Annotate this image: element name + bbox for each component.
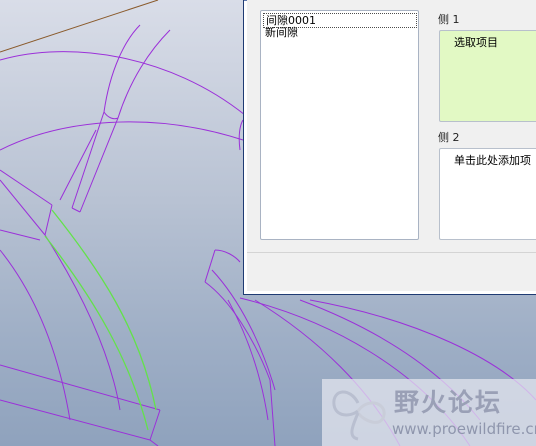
watermark-title: 野火论坛 [394,388,503,417]
model-edge [0,249,71,421]
model-edge [0,229,41,241]
model-edge [149,409,161,441]
dialog-footer [247,252,536,291]
list-item-new-interference[interactable]: 新间隙 [263,26,300,39]
side1-collector[interactable]: 选取项目 [439,30,536,122]
model-edge [0,399,151,441]
model-edge [204,281,271,381]
model-edge [149,439,159,446]
model-edge [71,207,81,213]
model-edge [103,111,119,120]
model-edge [79,117,119,213]
interference-dialog: 间隙0001 新间隙 侧 1 选取项目 侧 2 单击此处添加项 [243,0,536,295]
side1-text: 选取项目 [454,36,498,49]
side1-label: 侧 1 [438,13,460,26]
model-edge [0,121,244,151]
highlighted-edge [51,209,157,411]
model-edge [214,249,241,263]
axis-line [0,0,159,53]
side2-label: 侧 2 [438,131,460,144]
side2-text: 单击此处添加项 [454,154,531,167]
watermark-url: www.proewildfire.cn [392,420,536,438]
dialog-body: 间隙0001 新间隙 侧 1 选取项目 侧 2 单击此处添加项 [247,0,536,291]
watermark: 野火论坛 www.proewildfire.cn [322,379,536,446]
butterfly-logo-icon [332,390,386,441]
model-edge [269,379,276,446]
model-edge [103,24,141,113]
model-edge [44,204,53,236]
model-edge [0,169,53,206]
interference-list[interactable]: 间隙0001 新间隙 [260,10,419,240]
model-edge [0,179,46,236]
model-edge [204,249,216,283]
model-edge [44,234,121,411]
highlighted-edge [44,235,149,431]
model-edge [0,364,161,411]
side2-collector[interactable]: 单击此处添加项 [439,148,536,240]
